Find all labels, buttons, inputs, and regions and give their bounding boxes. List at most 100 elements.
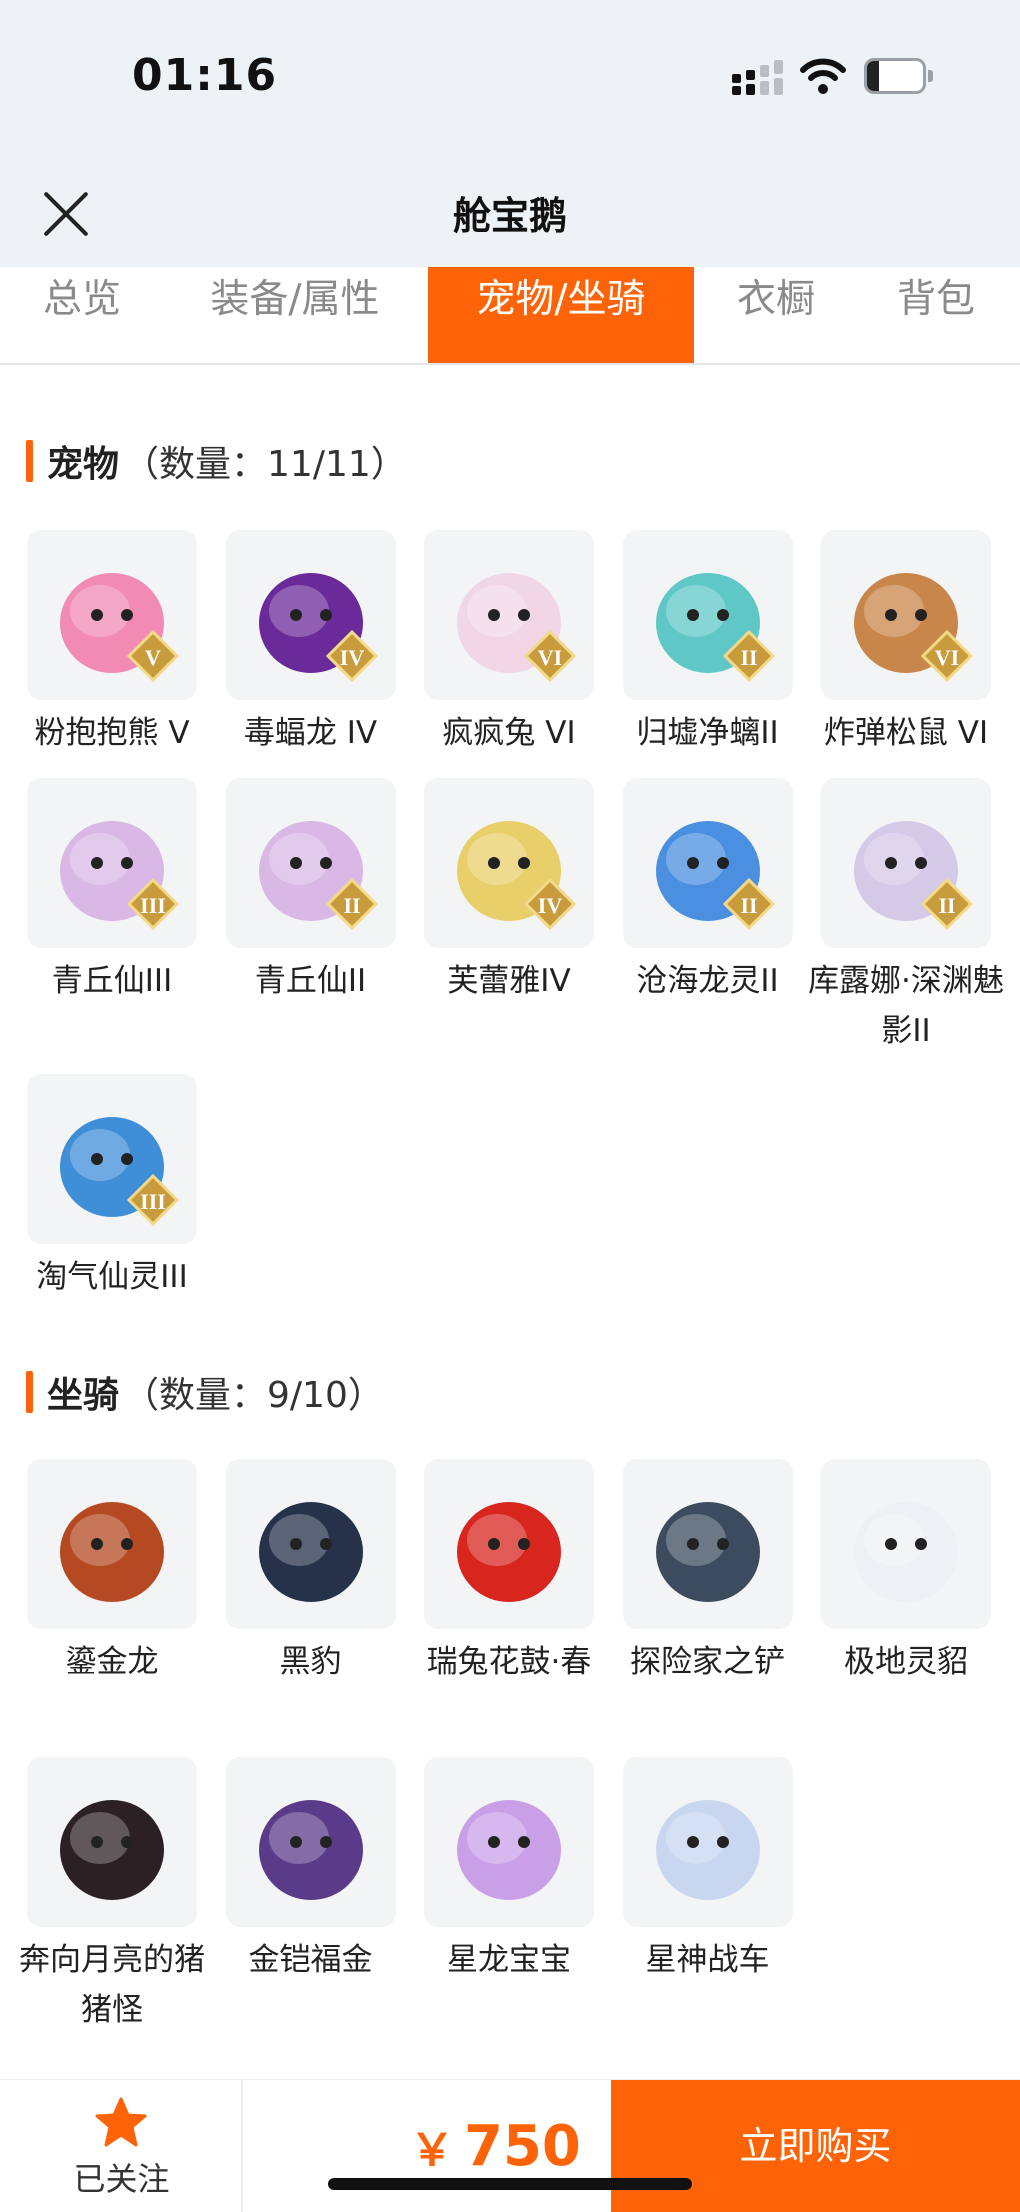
- tab-wardrobe[interactable]: 衣橱: [720, 267, 832, 363]
- purple-dragon-icon: IV: [258, 573, 378, 683]
- freya-icon: IV: [457, 821, 577, 931]
- mount-name: 黑豹: [279, 1644, 342, 1680]
- mount-thumbnail[interactable]: [27, 1757, 197, 1927]
- status-bar: 01:16 21: [0, 0, 1020, 155]
- sea-dragon-icon: II: [655, 573, 775, 683]
- mount-name: 探险家之铲: [630, 1644, 785, 1680]
- panther-icon: [258, 1502, 363, 1602]
- wifi-icon: [800, 58, 846, 94]
- pig-icon: [60, 1800, 164, 1900]
- shovel-icon: [655, 1502, 760, 1602]
- rank-badge: II: [740, 893, 757, 918]
- pet-name: 疯疯兔 VI: [442, 715, 576, 751]
- drum-icon: [457, 1502, 561, 1602]
- dragon-spirit-icon: II: [655, 821, 775, 931]
- rabbit-icon: VI: [457, 573, 577, 683]
- tab-equipment[interactable]: 装备/属性: [190, 267, 400, 363]
- follow-label: 已关注: [73, 2160, 170, 2198]
- currency-symbol: ￥: [410, 2125, 454, 2176]
- rank-badge: II: [740, 645, 757, 670]
- rank-badge: IV: [339, 645, 364, 670]
- nav-header: 舱宝鹅: [0, 155, 1020, 267]
- pet-thumbnail[interactable]: II: [225, 778, 396, 948]
- cellular-signal-icon: [732, 60, 783, 95]
- buy-now-button[interactable]: 立即购买: [611, 2080, 1020, 2212]
- pet-thumbnail[interactable]: II: [821, 778, 991, 948]
- home-indicator: [328, 2178, 692, 2190]
- pet-name: 芙蕾雅IV: [447, 963, 571, 999]
- battery-icon: 21: [864, 58, 934, 94]
- pet-thumbnail[interactable]: IV: [424, 778, 594, 948]
- armored-beast-icon: [258, 1800, 363, 1900]
- rank-badge: III: [140, 1189, 166, 1214]
- status-time: 01:16: [132, 50, 278, 101]
- rank-badge: III: [140, 893, 166, 918]
- price: ￥ 750: [410, 2114, 581, 2179]
- rank-badge: VI: [538, 645, 562, 670]
- battery-level: 21: [881, 64, 915, 92]
- pet-name: 青丘仙II: [254, 963, 367, 999]
- mount-thumbnail[interactable]: [27, 1459, 197, 1629]
- rank-badge: II: [938, 893, 955, 918]
- fox-fairy-icon: III: [60, 821, 180, 931]
- golden-dragon-icon: [60, 1502, 164, 1602]
- mounts-heading: 坐骑: [47, 1375, 120, 1416]
- rank-badge: VI: [935, 645, 959, 670]
- star-steed-icon: [655, 1800, 760, 1900]
- mounts-count: （数量：9/10）: [123, 1375, 384, 1416]
- pet-name: 归墟净螭II: [636, 715, 779, 751]
- mount-thumbnail[interactable]: [622, 1459, 793, 1629]
- rank-badge: II: [343, 893, 360, 918]
- rank-badge: V: [145, 645, 161, 670]
- tab-pets-mounts[interactable]: 宠物/坐骑: [428, 267, 694, 363]
- price-value: 750: [464, 2114, 581, 2179]
- mount-name: 金铠福金: [248, 1942, 373, 1978]
- mount-thumbnail[interactable]: [622, 1757, 793, 1927]
- mounts-section-title: 坐骑 （数量：9/10）: [26, 1368, 384, 1416]
- fox-fairy-icon: II: [258, 821, 378, 931]
- blue-pup-icon: III: [60, 1117, 180, 1227]
- polar-mink-icon: [854, 1502, 958, 1602]
- pet-name: 毒蝠龙 IV: [243, 715, 378, 751]
- pet-thumbnail[interactable]: II: [622, 530, 793, 700]
- pet-name: 淘气仙灵III: [36, 1259, 188, 1295]
- tab-bar: 总览 装备/属性 宠物/坐骑 衣橱 背包: [0, 267, 1020, 365]
- pet-thumbnail[interactable]: III: [27, 1074, 197, 1244]
- pet-name: 沧海龙灵II: [636, 963, 779, 999]
- pet-thumbnail[interactable]: II: [622, 778, 793, 948]
- pet-thumbnail[interactable]: III: [27, 778, 197, 948]
- mount-thumbnail[interactable]: [424, 1757, 594, 1927]
- mount-thumbnail[interactable]: [225, 1757, 396, 1927]
- follow-button[interactable]: 已关注: [0, 2080, 243, 2212]
- pet-thumbnail[interactable]: V: [27, 530, 197, 700]
- star-icon: [95, 2097, 147, 2147]
- pets-heading: 宠物: [47, 444, 120, 485]
- squirrel-icon: VI: [854, 573, 974, 683]
- mount-thumbnail[interactable]: [424, 1459, 594, 1629]
- pet-name: 库露娜·深渊魅影II: [808, 963, 1004, 1049]
- pet-thumbnail[interactable]: IV: [225, 530, 396, 700]
- tab-backpack[interactable]: 背包: [880, 267, 992, 363]
- pet-thumbnail[interactable]: VI: [821, 530, 991, 700]
- tab-overview[interactable]: 总览: [22, 267, 142, 363]
- pet-name: 炸弹松鼠 VI: [823, 715, 989, 751]
- star-dragon-icon: [457, 1800, 561, 1900]
- pets-count: （数量：11/11）: [123, 444, 407, 485]
- mount-name: 奔向月亮的猪猪怪: [19, 1942, 205, 2028]
- mount-thumbnail[interactable]: [821, 1459, 991, 1629]
- pet-name: 粉抱抱熊 V: [34, 715, 190, 751]
- mount-name: 瑞兔花鼓·春: [426, 1644, 592, 1680]
- mount-name: 鎏金龙: [65, 1644, 159, 1680]
- mount-name: 星神战车: [645, 1942, 770, 1978]
- mount-name: 星龙宝宝: [447, 1942, 571, 1978]
- mount-name: 极地灵貂: [844, 1644, 968, 1680]
- pet-name: 青丘仙III: [51, 963, 173, 999]
- mount-thumbnail[interactable]: [225, 1459, 396, 1629]
- bottom-bar: 已关注 ￥ 750 立即购买: [0, 2079, 1020, 2212]
- pets-section-title: 宠物 （数量：11/11）: [26, 437, 407, 485]
- kuluna-icon: II: [854, 821, 974, 931]
- page-title: 舱宝鹅: [452, 194, 567, 238]
- pet-thumbnail[interactable]: VI: [424, 530, 594, 700]
- pink-bear-icon: V: [60, 573, 180, 683]
- rank-badge: IV: [538, 893, 563, 918]
